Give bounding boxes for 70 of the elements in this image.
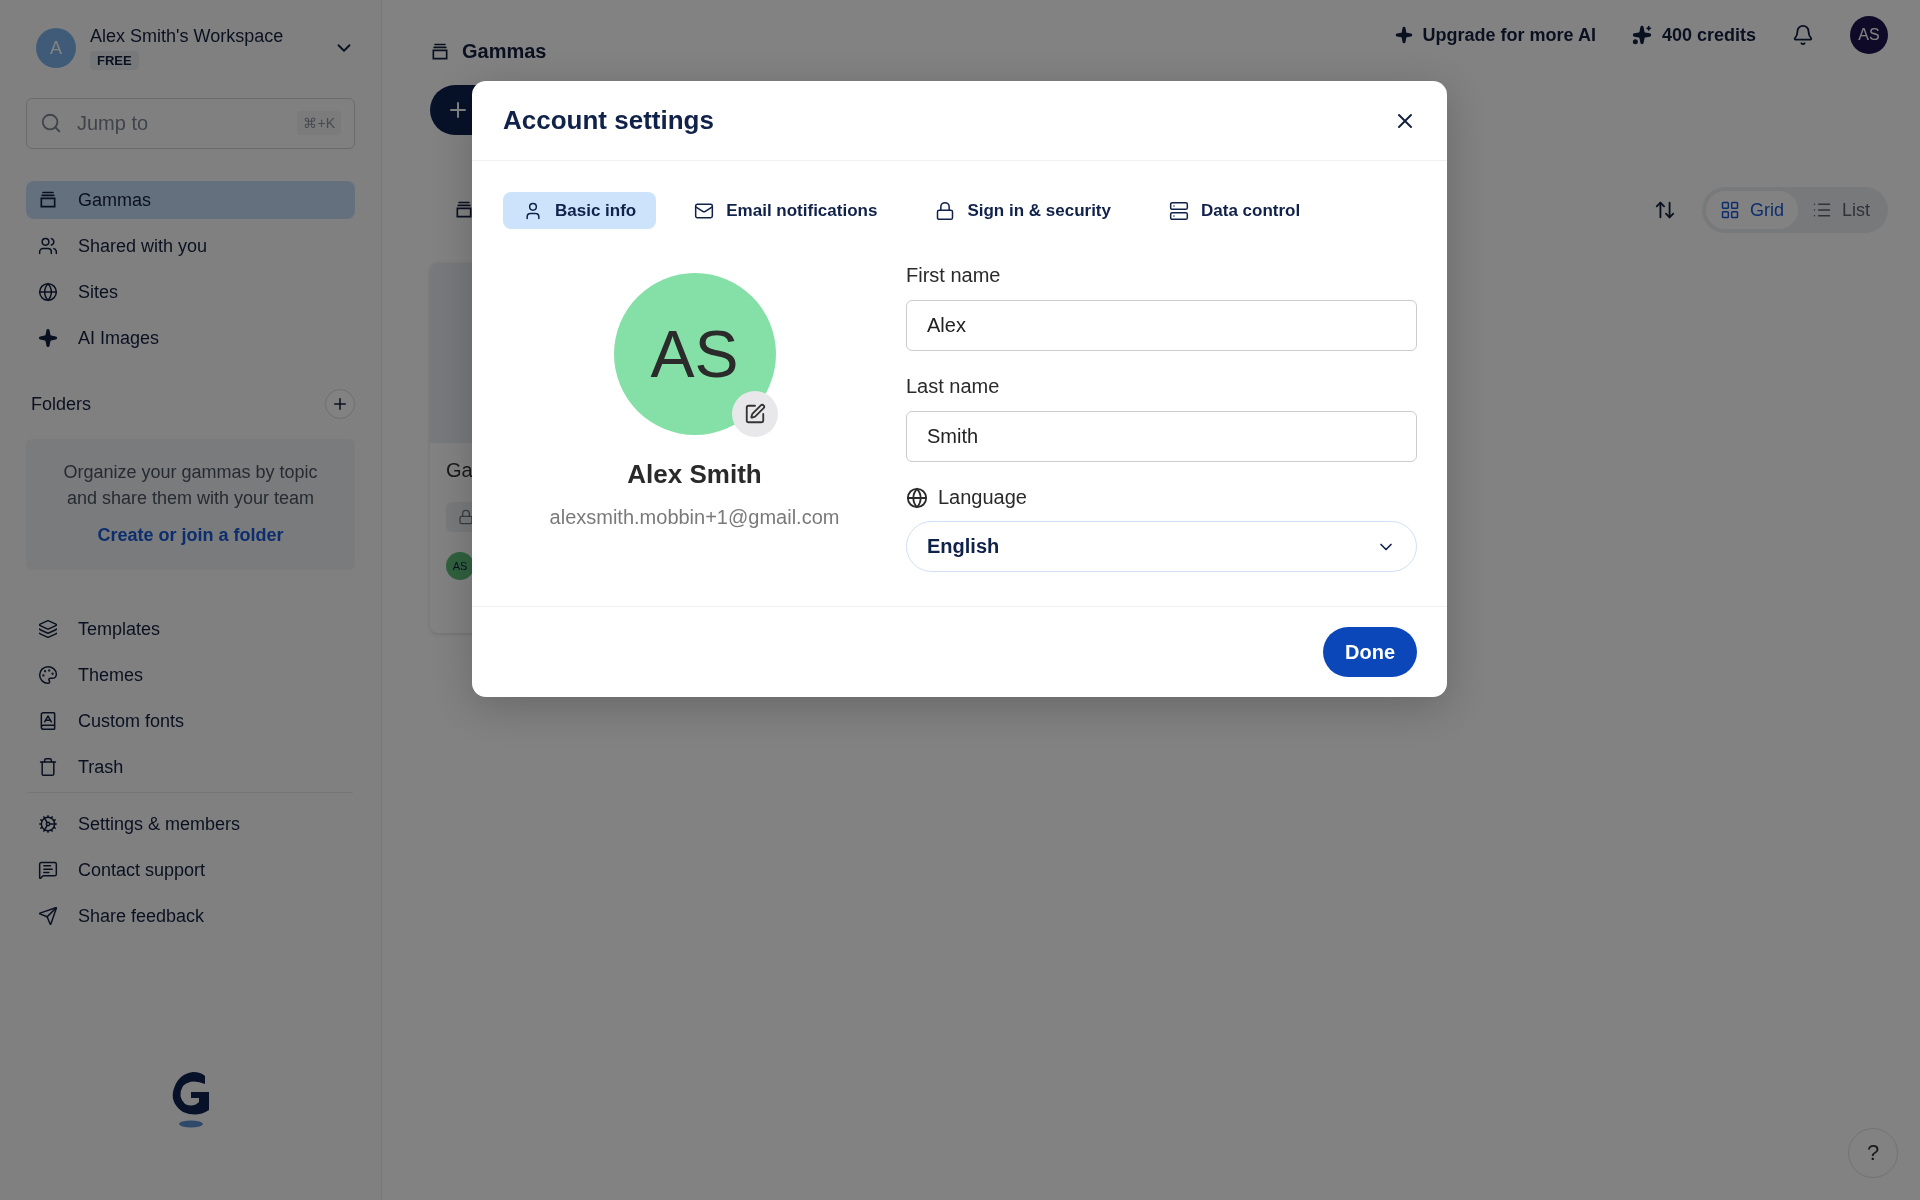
owner-avatar: AS	[446, 552, 474, 580]
lock-icon	[458, 509, 474, 525]
sort-icon[interactable]	[1653, 199, 1676, 221]
users-icon	[38, 236, 58, 256]
sidebar-item[interactable]: Settings & members	[26, 805, 355, 843]
language-select[interactable]: English	[906, 521, 1417, 572]
font-book-icon	[38, 711, 58, 731]
palette-icon	[38, 665, 58, 685]
profile-avatar: AS	[613, 273, 776, 435]
field-label: First name	[906, 264, 1002, 287]
grid-icon	[1719, 200, 1740, 220]
workspace-avatar: A	[36, 28, 76, 68]
user-avatar[interactable]: AS	[1850, 16, 1888, 54]
sidebar-item[interactable]: Themes	[26, 656, 355, 694]
notifications-icon[interactable]	[1792, 24, 1814, 46]
upgrade-link[interactable]: Upgrade for more AI	[1394, 24, 1596, 46]
globe-icon	[906, 486, 928, 509]
done-button[interactable]: Done	[1323, 627, 1417, 677]
card-title: Ga	[446, 459, 473, 482]
logo-icon	[170, 1070, 211, 1130]
profile-name: Alex Smith	[627, 459, 762, 490]
folders-heading: Folders	[31, 393, 92, 415]
globe-icon	[38, 282, 58, 302]
layers-icon	[38, 619, 58, 639]
server-icon	[1169, 200, 1189, 221]
name-field[interactable]: Alex	[906, 300, 1417, 351]
plan-badge: FREE	[90, 51, 139, 70]
edit-avatar-button[interactable]	[731, 391, 778, 437]
view-toggle-option[interactable]: List	[1798, 191, 1884, 229]
pen-icon	[743, 403, 766, 425]
field-label: Language	[938, 486, 1027, 509]
sidebar-item[interactable]: Shared with you	[26, 227, 355, 265]
settings-tab[interactable]: Data control	[1149, 192, 1321, 229]
settings-tab[interactable]: Email notifications	[674, 192, 898, 229]
field-label: Last name	[906, 375, 1001, 398]
message-icon	[38, 860, 58, 880]
sparkle-icon	[38, 328, 58, 348]
sparkle-icon	[1394, 26, 1413, 44]
stack-icon	[38, 190, 58, 210]
page-title: Gammas	[462, 40, 547, 63]
trash-icon	[38, 757, 58, 777]
settings-tab[interactable]: Basic info	[503, 192, 657, 229]
sidebar-item[interactable]: Sites	[26, 273, 355, 311]
name-field[interactable]: Smith	[906, 411, 1417, 462]
folders-empty-text: Organize your gammas by topic and share them with your team	[62, 461, 319, 510]
add-folder-button[interactable]	[325, 389, 355, 419]
list-icon	[1812, 200, 1832, 220]
plus-icon	[331, 395, 349, 413]
stack-icon	[430, 41, 450, 62]
view-toggle-option[interactable]: Grid	[1705, 191, 1798, 229]
sidebar-item[interactable]: Trash	[26, 748, 355, 786]
workspace-name: Alex Smith's Workspace	[90, 26, 285, 47]
user-icon	[523, 200, 543, 221]
sidebar-item[interactable]: Templates	[26, 610, 355, 648]
sidebar-item[interactable]: Share feedback	[26, 897, 355, 935]
search-icon	[40, 112, 62, 134]
sparkles-icon	[1631, 25, 1652, 45]
profile-email: alexsmith.mobbin+1@gmail.com	[549, 506, 840, 529]
lock-icon	[935, 200, 956, 221]
credits-link[interactable]: 400 credits	[1631, 24, 1756, 46]
sidebar-item[interactable]: Custom fonts	[26, 702, 355, 740]
dialog-title: Account settings	[503, 105, 714, 136]
sidebar-item[interactable]: AI Images	[26, 319, 355, 357]
send-icon	[38, 906, 58, 926]
sidebar-item[interactable]: Gammas	[26, 181, 355, 219]
settings-tab[interactable]: Sign in & security	[915, 192, 1131, 229]
sidebar-item[interactable]: Contact support	[26, 851, 355, 889]
help-button[interactable]: ?	[1848, 1128, 1898, 1178]
stack-icon[interactable]	[454, 200, 474, 220]
create-folder-link[interactable]: Create or join a folder	[97, 525, 284, 546]
